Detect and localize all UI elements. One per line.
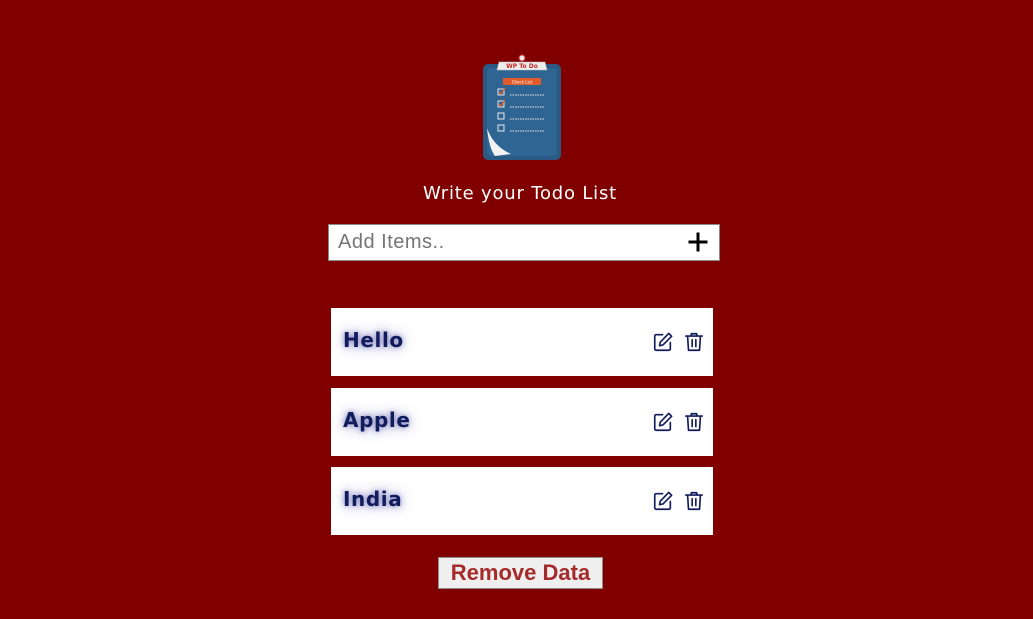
add-item-input[interactable] <box>329 225 679 260</box>
plus-icon[interactable] <box>685 229 711 255</box>
todo-item-label: Hello <box>343 328 404 352</box>
add-item-form <box>328 224 720 261</box>
clipboard-logo-icon: WP To Do Check List <box>483 54 561 160</box>
todo-item: India <box>331 467 713 535</box>
remove-data-button[interactable]: Remove Data <box>438 557 603 589</box>
todo-item: Apple <box>331 388 713 456</box>
edit-icon[interactable] <box>652 411 674 433</box>
logo-banner-text: Check List <box>512 80 533 85</box>
page-subtitle: Write your Todo List <box>422 183 617 204</box>
todo-app: WP To Do Check List Write your Todo List… <box>0 0 1033 619</box>
logo-header-text: WP To Do <box>506 63 538 70</box>
todo-item-label: India <box>343 487 403 511</box>
edit-icon[interactable] <box>652 490 674 512</box>
trash-icon[interactable] <box>683 331 705 353</box>
trash-icon[interactable] <box>683 490 705 512</box>
edit-icon[interactable] <box>652 331 674 353</box>
todo-item: Hello <box>331 308 713 376</box>
todo-item-label: Apple <box>343 408 411 432</box>
trash-icon[interactable] <box>683 411 705 433</box>
